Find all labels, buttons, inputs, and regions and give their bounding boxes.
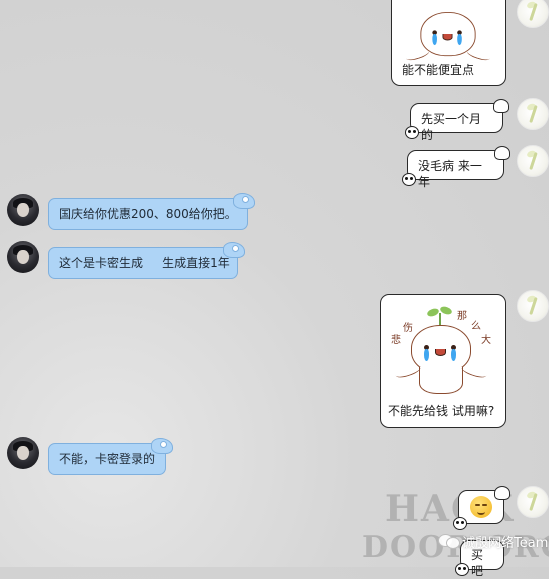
message-bubble[interactable]: 先买一个月的 — [405, 99, 509, 142]
message-bubble[interactable]: 不能，卡密登录的 — [48, 438, 173, 475]
contact-avatar[interactable] — [7, 437, 39, 469]
crying-sprout-sticker-icon — [393, 0, 503, 63]
sender-avatar[interactable] — [517, 98, 549, 130]
crying-sprout-sticker-icon: 悲 伤 那 么 大 — [381, 297, 501, 397]
message-text: 买吧 — [471, 548, 484, 578]
message-sticker-bubble[interactable]: 悲 伤 那 么 大 不能先给钱 试用嘛? — [380, 294, 506, 428]
sticker-char: 伤 — [403, 323, 413, 334]
bubble-dot-decor — [160, 441, 167, 448]
message-bubble[interactable]: 没毛病 来一年 — [402, 146, 510, 189]
message-bubble[interactable]: 国庆给你优惠200、800给你把。 — [48, 193, 255, 230]
message-text: 能不能便宜点 — [402, 63, 475, 77]
message-text: 不能先给钱 试用嘛? — [388, 404, 495, 418]
sender-avatar[interactable] — [517, 486, 549, 518]
sticker-char: 那 — [457, 311, 467, 322]
message-sticker-bubble[interactable]: 能不能便宜点 — [391, 0, 506, 86]
message-text: 不能，卡密登录的 — [59, 452, 156, 466]
sender-avatar[interactable] — [517, 145, 549, 177]
message-bubble[interactable]: 这个是卡密生成 生成直接1年 — [48, 242, 245, 279]
sticker-char: 大 — [481, 335, 491, 346]
sticker-char: 么 — [471, 321, 481, 332]
bubble-dot-decor — [242, 196, 249, 203]
contact-avatar[interactable] — [7, 194, 39, 226]
message-bubble[interactable] — [453, 486, 510, 530]
message-text: 没毛病 来一年 — [418, 159, 482, 189]
message-text: 国庆给你优惠200、800给你把。 — [59, 207, 237, 221]
sender-avatar[interactable] — [517, 290, 549, 322]
wechat-logo-icon — [438, 534, 460, 549]
bubble-cap-decor — [494, 486, 510, 500]
sender-avatar[interactable] — [517, 0, 549, 28]
bubble-dot-decor — [232, 245, 239, 252]
watermark-caption: 诚殷网络Team — [462, 536, 549, 551]
contact-avatar[interactable] — [7, 241, 39, 273]
message-text: 这个是卡密生成 生成直接1年 — [59, 256, 230, 270]
shy-smile-emoji-icon — [470, 496, 492, 518]
panda-icon — [453, 517, 467, 530]
sticker-char: 悲 — [391, 335, 401, 346]
message-text: 先买一个月的 — [421, 112, 482, 142]
